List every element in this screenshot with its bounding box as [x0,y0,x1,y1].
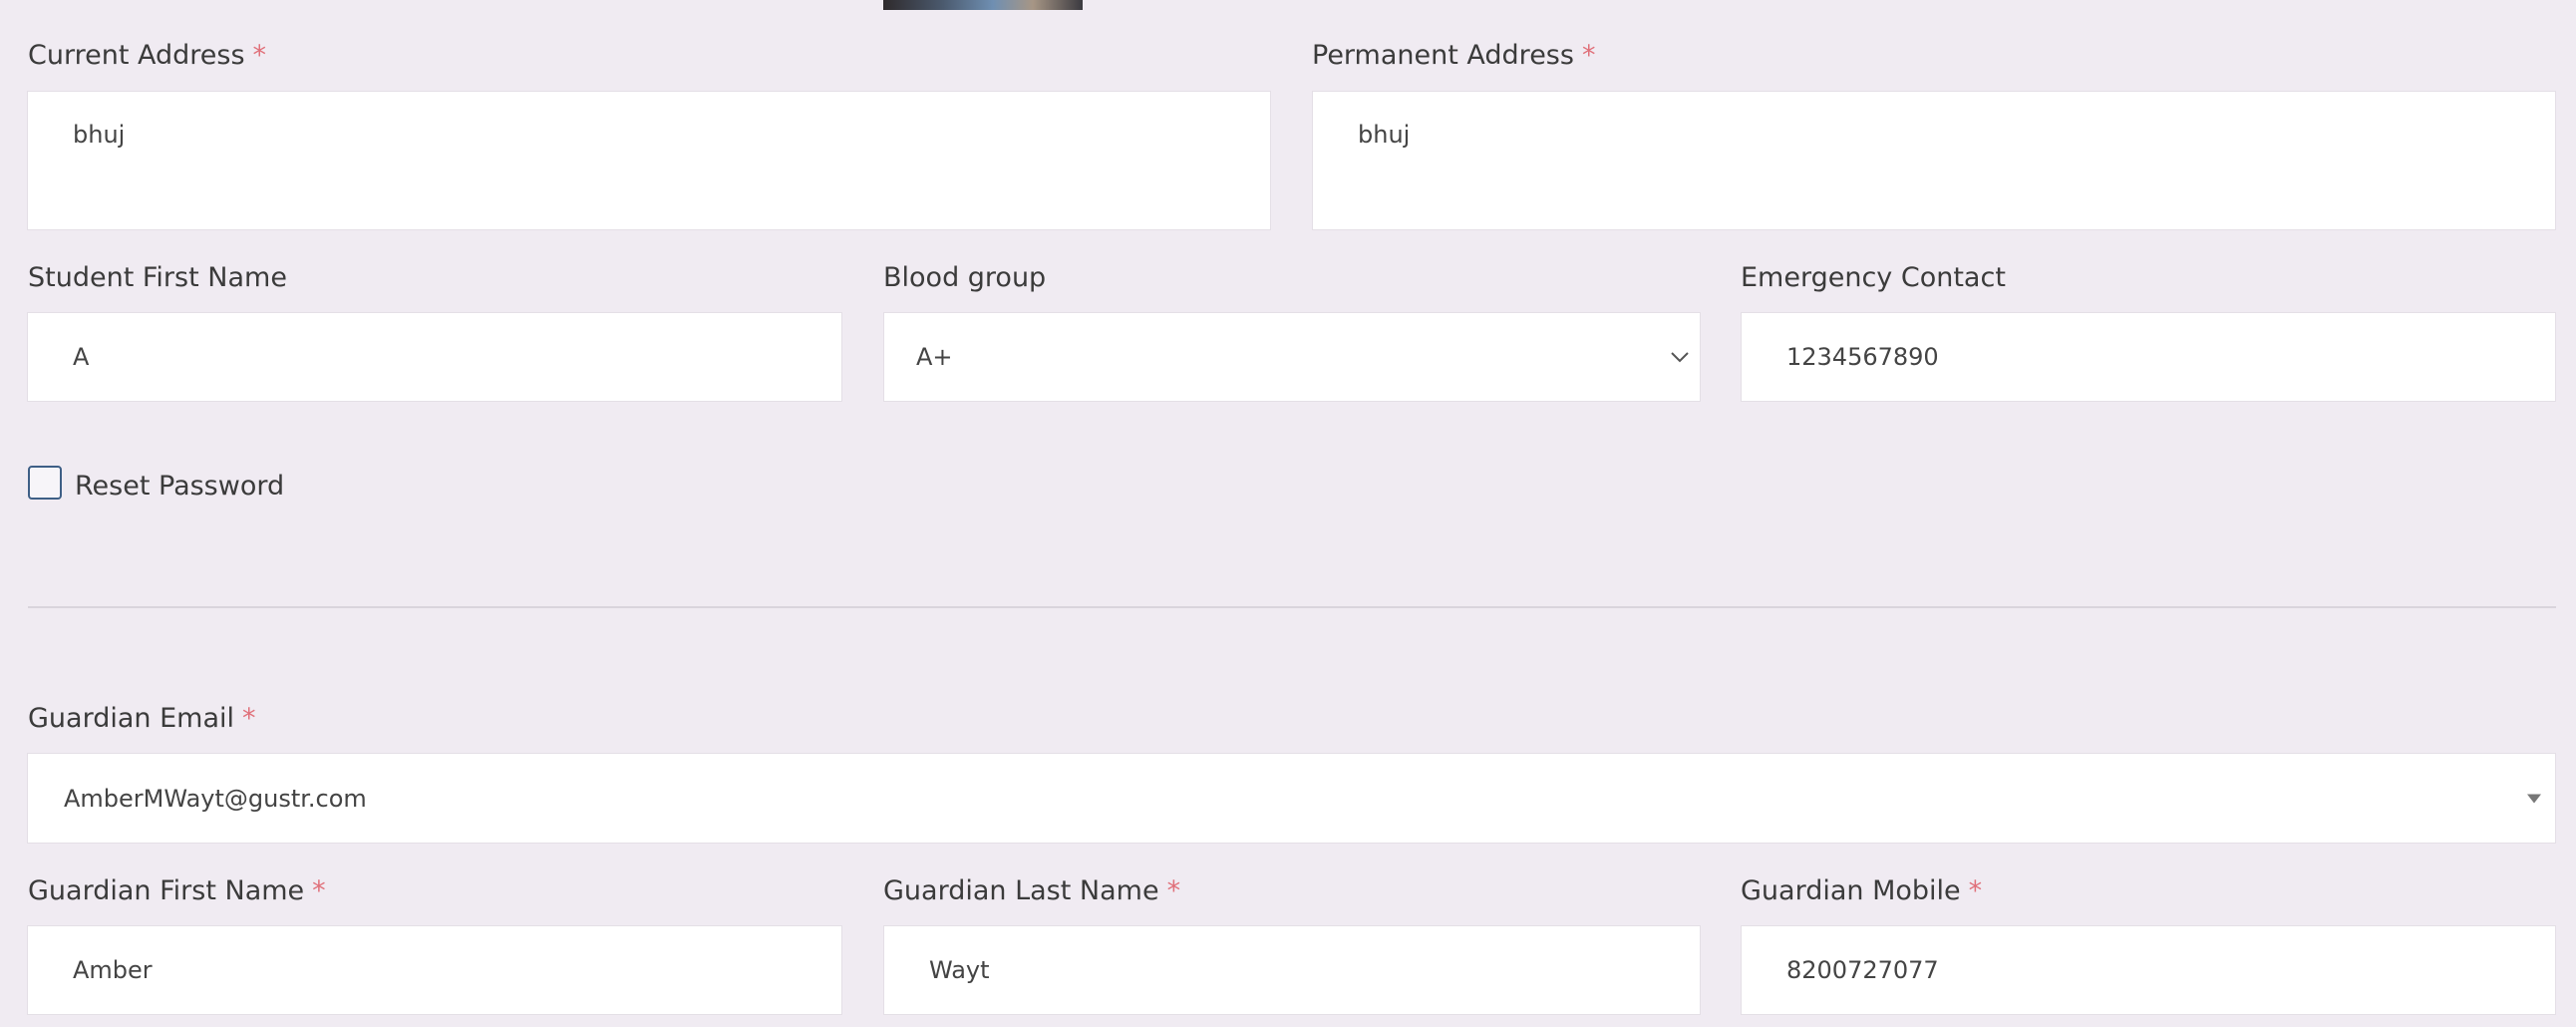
guardian-mobile-input[interactable]: 8200727077 [1741,925,2556,1015]
guardian-email-select[interactable]: AmberMWayt@gustr.com [27,753,2556,844]
reset-password-checkbox[interactable] [28,466,62,500]
caret-down-icon [2527,794,2541,803]
guardian-first-name-label: Guardian First Name * [28,875,326,906]
reset-password-label[interactable]: Reset Password [75,473,284,500]
current-address-value: bhuj [73,121,126,149]
guardian-first-name-input[interactable]: Amber [27,925,842,1015]
student-first-name-value: A [73,343,90,371]
emergency-contact-input[interactable]: 1234567890 [1741,312,2556,402]
permanent-address-value: bhuj [1358,121,1411,149]
student-first-name-input[interactable]: A [27,312,842,402]
current-address-label: Current Address * [28,40,267,71]
guardian-first-name-value: Amber [73,956,153,984]
guardian-last-name-value: Wayt [929,956,990,984]
blood-group-value: A+ [916,343,953,371]
guardian-mobile-value: 8200727077 [1786,956,1939,984]
blood-group-select[interactable]: A+ [883,312,1701,402]
student-first-name-label: Student First Name [28,262,287,293]
guardian-email-value: AmberMWayt@gustr.com [64,784,367,813]
student-photo [883,0,1083,10]
blood-group-label: Blood group [883,262,1047,293]
section-divider [28,606,2556,608]
guardian-last-name-input[interactable]: Wayt [883,925,1701,1015]
permanent-address-input[interactable]: bhuj [1312,91,2556,230]
permanent-address-label: Permanent Address * [1312,40,1596,71]
guardian-last-name-label: Guardian Last Name * [883,875,1181,906]
chevron-down-icon [1671,352,1689,363]
emergency-contact-value: 1234567890 [1786,343,1939,371]
guardian-email-label: Guardian Email * [28,703,256,734]
guardian-mobile-label: Guardian Mobile * [1741,875,1983,906]
emergency-contact-label: Emergency Contact [1741,262,2006,293]
current-address-input[interactable]: bhuj [27,91,1271,230]
